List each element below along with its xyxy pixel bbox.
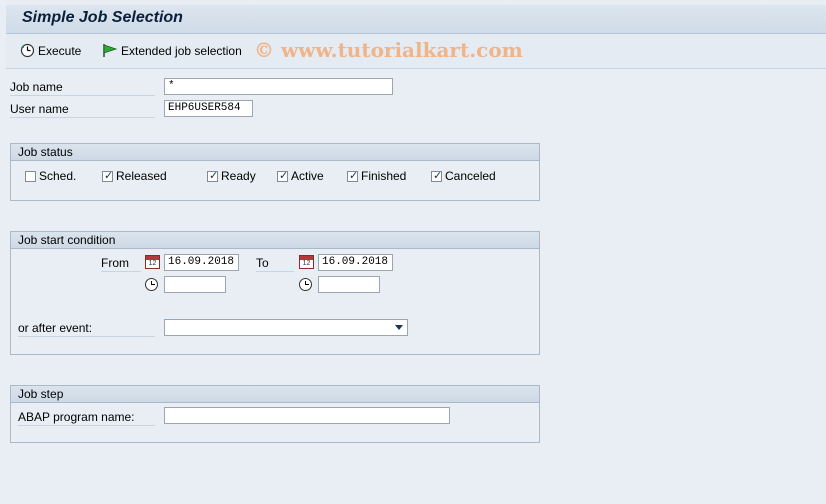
checkbox-ready-label: Ready [221,169,256,183]
checkbox-released[interactable]: ✓ Released [102,169,167,183]
user-name-label-row: User name [10,102,155,118]
user-name-label: User name [10,102,69,116]
abap-program-label-row: ABAP program name: [18,410,155,426]
to-time-input[interactable] [318,276,380,293]
to-label-row: To [256,256,294,272]
check-icon: ✓ [349,169,359,182]
checkbox-sched-box[interactable] [25,170,36,182]
checkbox-sched[interactable]: Sched. [25,169,76,183]
application-toolbar: Execute Extended job selection © www.tut… [6,34,826,69]
to-date-input[interactable]: 16.09.2018 [318,254,393,271]
job-step-header: Job step [11,386,539,403]
extended-job-selection-label: Extended job selection [121,43,242,58]
chevron-down-icon[interactable] [395,325,403,330]
job-name-label-row: Job name [10,80,155,96]
from-label: From [101,256,129,270]
execute-label: Execute [38,43,82,58]
abap-program-label: ABAP program name: [18,410,135,424]
to-label: To [256,256,269,270]
check-icon: ✓ [433,169,443,182]
check-icon: ✓ [209,169,219,182]
check-icon: ✓ [279,169,289,182]
clock-icon[interactable] [145,278,158,291]
user-name-input[interactable]: EHP6USER584 [164,100,253,117]
checkbox-canceled-label: Canceled [445,169,496,183]
clock-execute-icon [20,43,35,58]
calendar-icon[interactable]: 12 [145,255,160,269]
clock-icon[interactable] [299,278,312,291]
checkbox-active-box[interactable]: ✓ [277,169,289,182]
job-name-label: Job name [10,80,63,94]
checkbox-released-box[interactable]: ✓ [102,169,114,182]
after-event-label-row: or after event: [18,321,155,337]
from-label-row: From [101,256,141,272]
job-start-condition-header: Job start condition [11,232,539,249]
from-time-input[interactable] [164,276,226,293]
checkbox-canceled[interactable]: ✓ Canceled [431,169,496,183]
execute-button[interactable]: Execute [20,43,81,58]
checkbox-finished-box[interactable]: ✓ [347,169,359,182]
checkbox-ready[interactable]: ✓ Ready [207,169,256,183]
checkbox-finished-label: Finished [361,169,407,183]
checkbox-active-label: Active [291,169,324,183]
page-title: Simple Job Selection [22,9,183,26]
title-bar: Simple Job Selection [6,5,826,34]
checkbox-released-label: Released [116,169,167,183]
checkbox-canceled-box[interactable]: ✓ [431,169,443,182]
green-flag-icon [103,44,118,57]
from-date-input[interactable]: 16.09.2018 [164,254,239,271]
job-name-input[interactable]: * [164,78,393,95]
after-event-label: or after event: [18,321,93,335]
calendar-icon[interactable]: 12 [299,255,314,269]
job-status-header: Job status [11,144,539,161]
checkbox-active[interactable]: ✓ Active [277,169,324,183]
check-icon: ✓ [104,169,114,182]
extended-job-selection-button[interactable]: Extended job selection [102,43,242,58]
watermark: © www.tutorialkart.com [254,38,523,62]
checkbox-ready-box[interactable]: ✓ [207,169,219,182]
checkbox-finished[interactable]: ✓ Finished [347,169,406,183]
after-event-dropdown[interactable] [164,319,408,336]
abap-program-input[interactable] [164,407,450,424]
checkbox-sched-label: Sched. [39,169,77,183]
